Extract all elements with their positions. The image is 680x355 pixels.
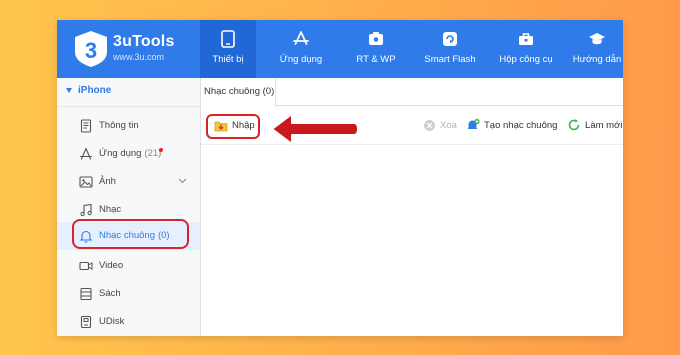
brand-name: 3uTools [113, 33, 175, 50]
video-icon [79, 261, 93, 271]
sidebar-item-label: Ứng dụng (21) [99, 148, 162, 159]
nav-tab-tutorial[interactable]: Hướng dẫn [568, 20, 623, 78]
sidebar-item-label: Video [99, 260, 124, 271]
sidebar-item-video[interactable]: Video [57, 252, 200, 280]
sidebar-item-udisk[interactable]: UDisk [57, 308, 200, 336]
sidebar-item-apps[interactable]: Ứng dụng (21) [57, 140, 200, 168]
graduation-cap-icon [588, 30, 606, 48]
nav-label: RT & WP [356, 54, 396, 65]
info-icon [80, 119, 92, 133]
sidebar-item-info[interactable]: Thông tin [57, 112, 200, 140]
sidebar-item-label: Thông tin [99, 120, 139, 131]
nav-label: Smart Flash [424, 54, 476, 65]
delete-button[interactable]: Xóa [422, 117, 457, 133]
import-highlight-box [206, 114, 260, 139]
delete-icon [422, 118, 436, 132]
toolbar: Nhập ơi Xóa Tạo nhạc chuông [201, 106, 623, 145]
app-window: 3 3uTools www.3u.com Thiết bị Ứng dụng R… [57, 20, 623, 336]
create-ringtone-button[interactable]: Tạo nhạc chuông [466, 117, 557, 133]
nav-tab-toolbox[interactable]: Hộp công cụ [493, 20, 559, 78]
sidebar-item-label: Nhạc [99, 204, 122, 215]
sidebar-item-photos[interactable]: Ảnh [57, 168, 200, 196]
app-store-icon [292, 30, 310, 48]
refresh-button[interactable]: Làm mới [567, 117, 622, 133]
photo-icon [79, 176, 93, 188]
create-ringtone-label: Tạo nhạc chuông [484, 119, 558, 131]
device-name: iPhone [78, 85, 112, 96]
flash-icon [441, 30, 459, 48]
ringtone-wallpaper-icon [367, 30, 385, 48]
top-nav-bar: 3 3uTools www.3u.com Thiết bị Ứng dụng R… [57, 20, 623, 78]
refresh-label: Làm mới [585, 119, 623, 131]
pointer-arrow-icon [271, 113, 359, 145]
svg-text:3: 3 [85, 38, 97, 63]
nav-label: Hộp công cụ [499, 54, 553, 65]
nav-tab-smart-flash[interactable]: Smart Flash [419, 20, 481, 78]
book-icon [80, 287, 92, 301]
notification-badge [159, 148, 163, 152]
music-icon [80, 203, 92, 217]
sidebar: iPhone Thông tin Ứng dụng (21) Ảnh Nhạc N… [57, 78, 201, 336]
caret-down-icon [66, 88, 72, 93]
3utools-logo-icon: 3 [75, 31, 107, 67]
nav-label: Thiết bị [212, 54, 244, 65]
sidebar-item-label: Sách [99, 288, 121, 299]
sidebar-item-label: Ảnh [99, 176, 116, 187]
apps-icon [79, 147, 93, 160]
bell-plus-icon [466, 118, 480, 132]
tab-label: Nhạc chuông (0) [204, 86, 275, 97]
sidebar-item-label: UDisk [99, 316, 125, 327]
udisk-icon [80, 315, 92, 329]
nav-label: Ứng dụng [279, 54, 323, 65]
nav-label: Hướng dẫn [572, 54, 622, 65]
main-content: Nhạc chuông (0) Nhập ơi Xóa [201, 78, 623, 336]
nav-tab-apps[interactable]: Ứng dụng [270, 20, 332, 78]
nav-tab-device[interactable]: Thiết bị [200, 20, 256, 78]
tab-ringtones[interactable]: Nhạc chuông (0) [201, 78, 276, 108]
chevron-down-icon[interactable] [178, 178, 187, 184]
ringtone-highlight-box [72, 219, 189, 249]
nav-tab-ringtone-wallpaper[interactable]: RT & WP [347, 20, 405, 78]
toolbox-icon [517, 30, 535, 48]
sidebar-item-books[interactable]: Sách [57, 280, 200, 308]
refresh-icon [567, 118, 581, 132]
device-selector[interactable]: iPhone [57, 78, 200, 107]
phone-icon [219, 30, 237, 48]
brand-url: www.3u.com [113, 52, 165, 62]
delete-label: Xóa [440, 119, 457, 131]
